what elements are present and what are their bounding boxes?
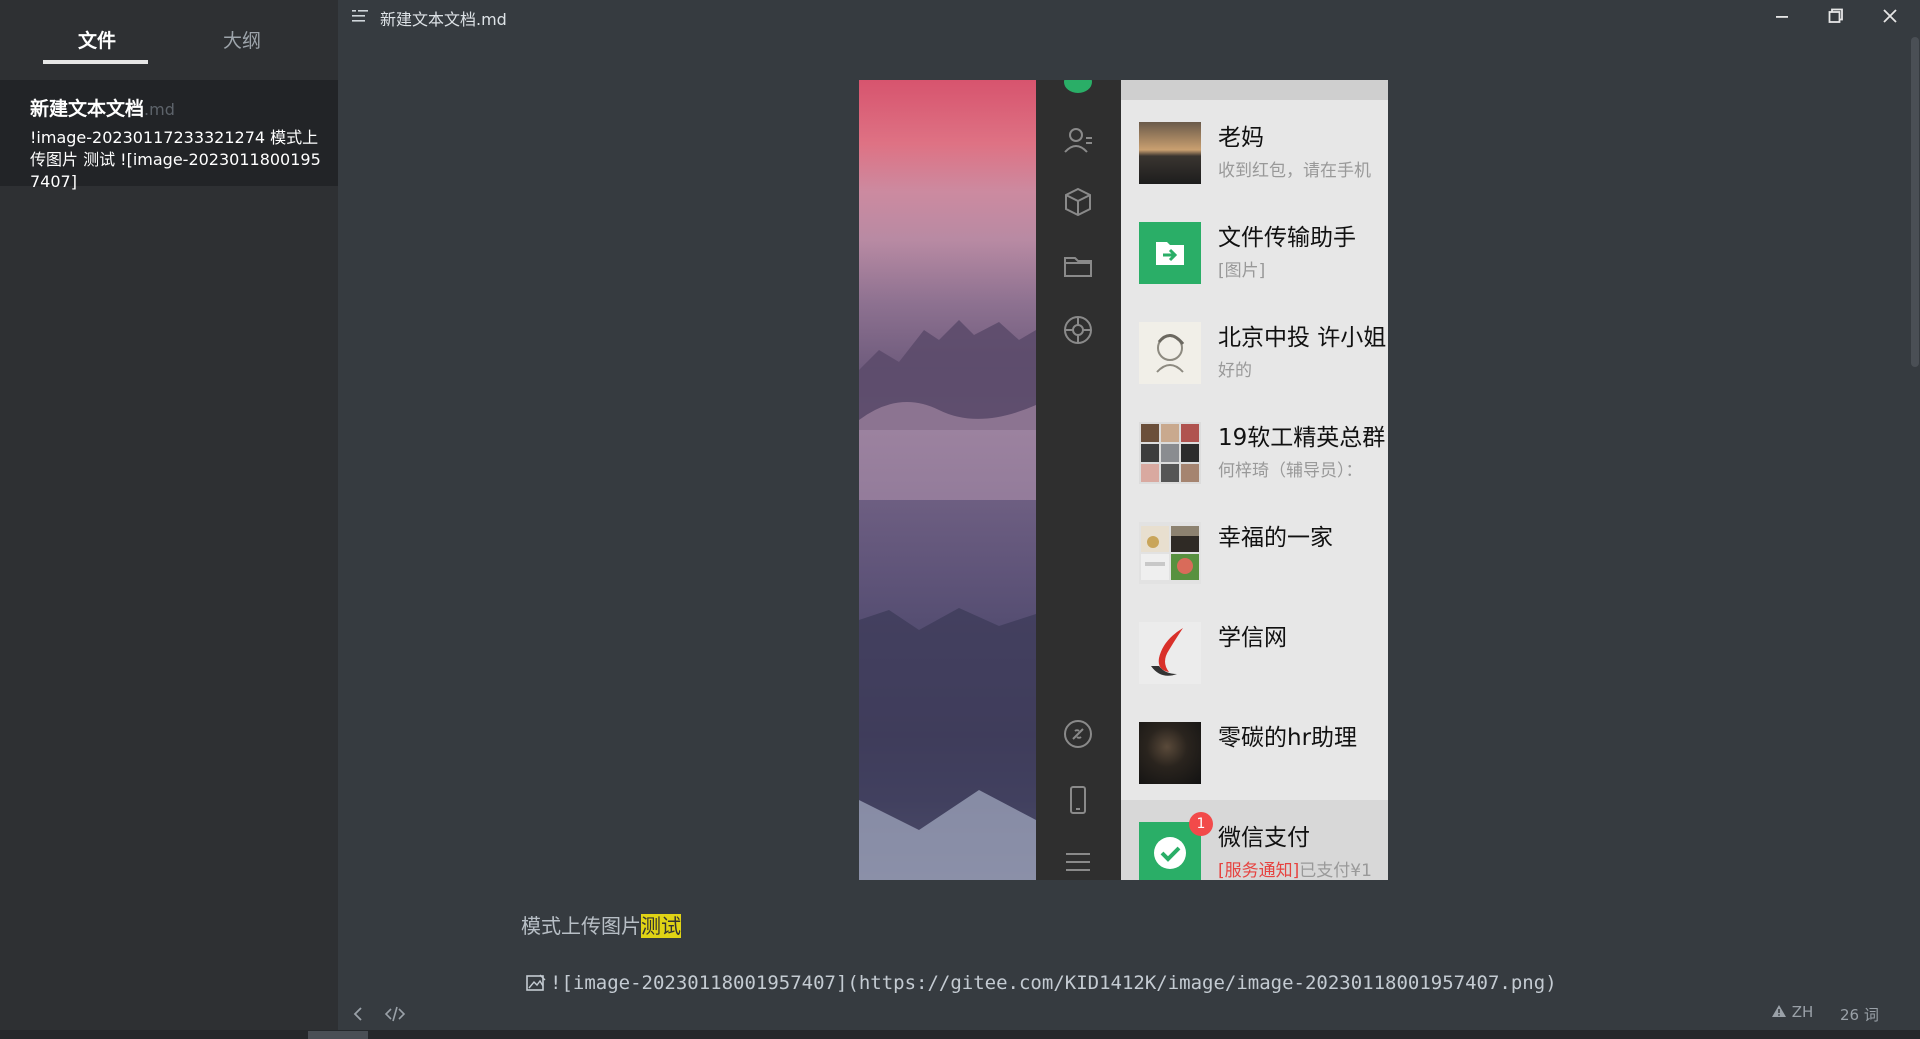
link-icon[interactable]: [1062, 718, 1094, 750]
chat-name: 零碳的hr助理: [1218, 725, 1358, 751]
avatar: [1139, 722, 1201, 784]
chat-item[interactable]: 学信网: [1121, 600, 1388, 700]
chat-message-text: 已支付¥1: [1299, 861, 1372, 880]
chat-last-message: 好的: [1218, 361, 1252, 381]
maximize-icon: [1828, 8, 1843, 23]
close-icon: [1883, 9, 1897, 23]
sidebar: 文件 大纲 新建文本文档.md !image-20230117233321274…: [0, 0, 338, 1039]
horizontal-scrollbar-thumb[interactable]: [308, 1031, 368, 1039]
file-title: 新建文本文档.md: [30, 94, 324, 121]
maximize-button[interactable]: [1822, 4, 1850, 28]
chat-last-message: [图片]: [1218, 261, 1266, 281]
highlighted-text: 测试: [641, 914, 681, 938]
chat-name: 学信网: [1218, 625, 1287, 651]
sidebar-tabs: 文件 大纲: [0, 0, 338, 80]
markdown-image-syntax: ![image-20230118001957407](https://gitee…: [550, 972, 1557, 994]
embedded-image: 老妈 收到红包，请在手机 文件传输助手 [图片] 北京中投 许小姐 好的 19软…: [859, 80, 1388, 880]
file-name: 新建文本文档: [30, 98, 145, 120]
chat-name: 老妈: [1218, 125, 1264, 151]
minimize-icon: [1776, 16, 1788, 18]
paragraph[interactable]: 模式上传图片测试: [521, 910, 681, 939]
chat-item[interactable]: 1 微信支付 [服务通知]已支付¥1: [1121, 800, 1388, 880]
chat-name: 文件传输助手: [1218, 225, 1356, 251]
warning-icon: [1772, 1005, 1786, 1017]
code-icon: [384, 1006, 406, 1022]
toggle-sidebar-button[interactable]: [350, 1004, 366, 1024]
unread-badge: 1: [1189, 812, 1213, 836]
group-avatar: [1139, 422, 1201, 484]
paragraph-text: 模式上传图片: [521, 914, 641, 938]
chat-last-message: 何梓琦（辅导员）：: [1218, 461, 1363, 481]
chat-last-message: [服务通知]已支付¥1: [1218, 856, 1372, 880]
chat-item[interactable]: 零碳的hr助理: [1121, 700, 1388, 800]
source-mode-button[interactable]: [384, 1004, 406, 1024]
group-avatar: [1139, 522, 1201, 584]
more-menu-icon[interactable]: [1062, 846, 1094, 878]
service-notice-tag: [服务通知]: [1218, 861, 1300, 880]
chat-last-message: 收到红包，请在手机: [1218, 161, 1371, 181]
chat-item[interactable]: 北京中投 许小姐 好的: [1121, 300, 1388, 400]
vertical-scrollbar-thumb[interactable]: [1911, 37, 1919, 367]
xuexin-logo-avatar: [1139, 622, 1201, 684]
broken-image-icon: [526, 974, 546, 991]
minimize-button[interactable]: [1768, 4, 1796, 28]
avatar: [1139, 122, 1201, 184]
file-list-item[interactable]: 新建文本文档.md !image-20230117233321274 模式上传图…: [0, 80, 338, 191]
image-markdown-source[interactable]: ![image-20230118001957407](https://gitee…: [526, 972, 1557, 994]
tab-files[interactable]: 文件: [42, 26, 152, 53]
landscape-wallpaper: [859, 80, 1036, 880]
file-extension: .md: [144, 100, 175, 119]
editor-area[interactable]: 老妈 收到红包，请在手机 文件传输助手 [图片] 北京中投 许小姐 好的 19软…: [338, 32, 1920, 1012]
spellcheck-language[interactable]: ZH: [1771, 1003, 1813, 1021]
chat-icon[interactable]: [1062, 80, 1094, 98]
status-bar: ZH 26 词: [338, 1000, 1920, 1030]
chevron-left-icon: [353, 1007, 362, 1021]
chat-item[interactable]: 老妈 收到红包，请在手机: [1121, 100, 1388, 200]
chat-name: 19软工精英总群: [1218, 425, 1386, 451]
phone-icon[interactable]: [1062, 784, 1094, 816]
horizontal-scrollbar-track: [0, 1030, 1920, 1039]
wechat-nav-bar: [1036, 80, 1121, 880]
folder-arrow-icon: [1156, 242, 1184, 265]
xuexin-logo-icon: [1151, 628, 1183, 676]
chat-item[interactable]: 幸福的一家: [1121, 500, 1388, 600]
folder-icon[interactable]: [1062, 250, 1094, 282]
list-top-strip: [1121, 80, 1388, 100]
close-button[interactable]: [1876, 4, 1904, 28]
title-bar: 新建文本文档.md: [338, 0, 1920, 32]
moments-icon[interactable]: [1062, 314, 1094, 346]
chat-item[interactable]: 文件传输助手 [图片]: [1121, 200, 1388, 300]
chat-name: 幸福的一家: [1218, 525, 1333, 551]
active-tab-indicator: [43, 60, 148, 64]
word-count[interactable]: 26 词: [1840, 1004, 1879, 1025]
tab-outline[interactable]: 大纲: [187, 26, 297, 53]
wechat-chat-list: 老妈 收到红包，请在手机 文件传输助手 [图片] 北京中投 许小姐 好的 19软…: [1121, 80, 1388, 880]
contacts-icon[interactable]: [1062, 124, 1094, 156]
chat-name: 北京中投 许小姐: [1218, 325, 1387, 351]
menu-icon[interactable]: [352, 8, 370, 22]
document-title: 新建文本文档.md: [380, 10, 507, 29]
avatar: [1139, 322, 1201, 384]
chat-item[interactable]: 19软工精英总群 何梓琦（辅导员）：: [1121, 400, 1388, 500]
chat-name: 微信支付: [1218, 825, 1310, 851]
file-transfer-avatar: [1139, 222, 1201, 284]
file-preview: !image-20230117233321274 模式上传图片 测试 ![ima…: [30, 128, 321, 191]
language-label: ZH: [1791, 1003, 1814, 1021]
box-icon[interactable]: [1062, 186, 1094, 218]
